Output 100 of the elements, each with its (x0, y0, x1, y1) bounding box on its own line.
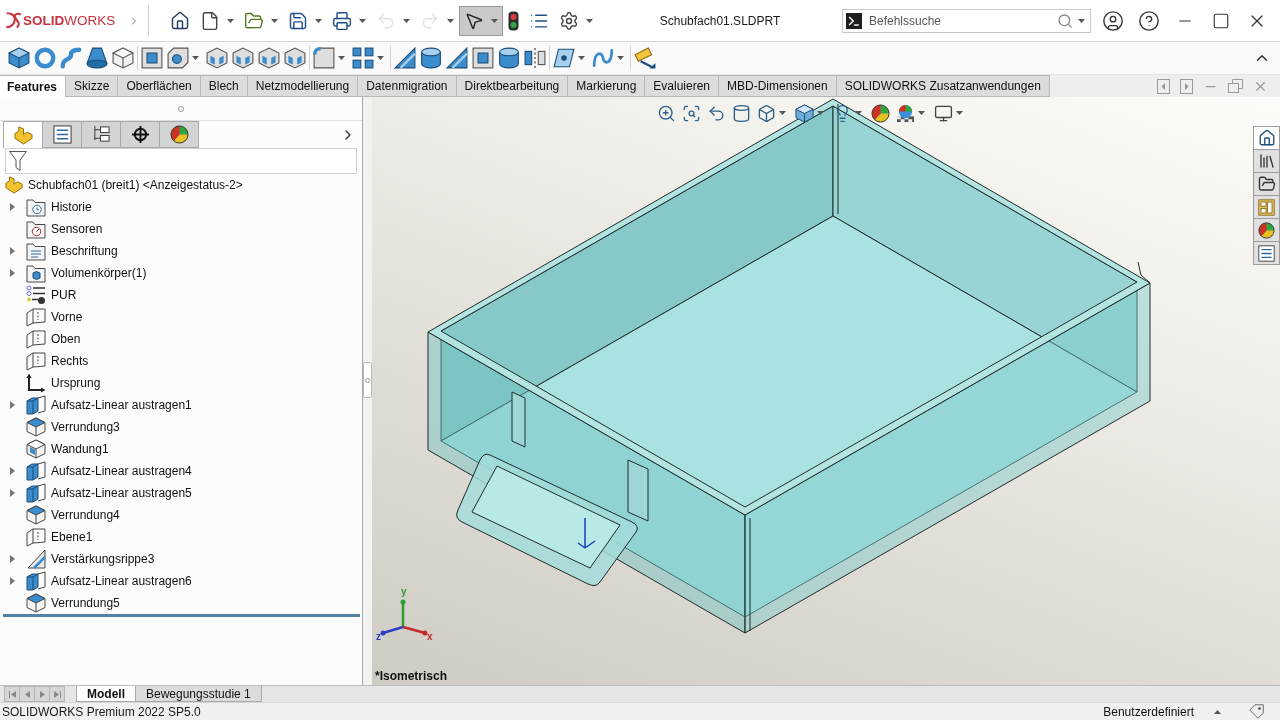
ribbon-tab[interactable]: Netzmodellierung (246, 75, 359, 97)
caret-down-icon[interactable] (377, 56, 384, 60)
notched-cube-icon (232, 47, 254, 69)
caret-down-icon[interactable] (956, 111, 963, 115)
tree-item-label[interactable]: Verrundung5 (51, 596, 120, 610)
folder-cube-icon (26, 263, 46, 283)
tree-item-label[interactable]: Aufsatz-Linear austragen6 (51, 574, 192, 588)
units-button[interactable]: Benutzerdefiniert (1103, 704, 1221, 719)
ribbon-tab[interactable]: Skizze (65, 75, 119, 97)
folder-clock-icon (26, 197, 46, 217)
tree-item-label[interactable]: Aufsatz-Linear austragen5 (51, 486, 192, 500)
caret-down-icon[interactable] (855, 111, 862, 115)
caret-down-icon[interactable] (578, 56, 585, 60)
model-tab[interactable]: Bewegungsstudie 1 (135, 686, 262, 702)
logo-mark-icon (5, 12, 22, 29)
expand-arrow-icon[interactable] (9, 203, 15, 211)
ribbon-tab[interactable]: Oberflächen (117, 75, 201, 97)
tree-item-label[interactable]: Ebene1 (51, 530, 93, 544)
tree-item-label[interactable]: Vorne (51, 310, 83, 324)
panel-tab[interactable] (120, 121, 160, 148)
cube-icon (26, 417, 46, 437)
ribbon-tab[interactable]: Datenmigration (357, 75, 457, 97)
expand-arrow-icon[interactable] (9, 489, 15, 497)
rounded-cube-icon (313, 47, 335, 69)
ribbon-tab[interactable]: Features (0, 75, 67, 97)
tree-item-label[interactable]: Oben (51, 332, 81, 346)
maximize-icon[interactable] (1212, 11, 1230, 30)
wedge-icon (394, 47, 416, 69)
tree-item-label[interactable]: Beschriftung (51, 244, 118, 258)
zoom-area-icon (682, 103, 701, 123)
axis-label: z (376, 632, 381, 642)
search-field[interactable]: Befehlssuche (842, 8, 1091, 33)
splitter-handle[interactable] (363, 362, 372, 398)
tree-item-label[interactable]: Volumenkörper(1) (51, 266, 147, 280)
tree-item-label[interactable]: Ursprung (51, 376, 101, 390)
file-icon (200, 10, 220, 31)
tree-item-label[interactable]: Historie (51, 200, 92, 214)
ribbon-tab[interactable]: Blech (199, 75, 248, 97)
shaded-cube-icon (795, 103, 814, 123)
panel-tab[interactable] (42, 121, 82, 148)
color-ball-icon (1258, 221, 1275, 239)
filter-icon (9, 151, 27, 171)
hollow-cube-icon (26, 439, 46, 459)
expand-arrow-icon[interactable] (9, 269, 15, 277)
axis-label: y (401, 587, 407, 597)
ribbon-tab[interactable]: SOLIDWORKS Zusatzanwendungen (835, 75, 1050, 97)
tree-item-label[interactable]: Aufsatz-Linear austragen1 (51, 398, 192, 412)
panel-tab[interactable] (81, 121, 121, 148)
tree-item-label[interactable]: PUR (51, 288, 77, 302)
tree-item-label[interactable]: Verrundung4 (51, 508, 120, 522)
caret-down-icon[interactable] (315, 18, 322, 23)
expand-arrow-icon[interactable] (9, 247, 15, 255)
tree-item-label[interactable]: Wandung1 (51, 442, 109, 456)
caret-down-icon[interactable] (617, 56, 624, 60)
caret-down-icon[interactable] (271, 18, 278, 23)
caret-down-icon[interactable] (586, 18, 593, 23)
square-grid-icon (352, 47, 374, 69)
list-icon (52, 125, 72, 144)
caret-down-icon[interactable] (779, 111, 786, 115)
caret-down-icon[interactable] (338, 56, 345, 60)
caret-down-icon[interactable] (227, 18, 234, 23)
panel-tab[interactable] (159, 121, 199, 148)
expand-arrow-icon[interactable] (9, 401, 15, 409)
plane-point-icon (553, 47, 575, 69)
ribbon-tab[interactable]: Evaluieren (644, 75, 719, 97)
cube-plane-icon (26, 461, 46, 481)
task-pane-tab[interactable] (1253, 172, 1280, 196)
folder-open-icon (244, 10, 264, 31)
caret-down-icon[interactable] (918, 111, 925, 115)
expand-arrow-icon[interactable] (9, 467, 15, 475)
ribbon-tab[interactable]: Direktbearbeitung (455, 75, 569, 97)
ribbon-tab[interactable]: Markierung (567, 75, 646, 97)
expand-arrow-icon[interactable] (9, 577, 15, 585)
task-pane-tab[interactable] (1253, 218, 1280, 242)
caret-down-icon[interactable] (491, 18, 498, 23)
expand-arrow-icon[interactable] (9, 555, 15, 563)
toolbar-button[interactable] (459, 5, 503, 36)
tree-item-label[interactable]: Schubfach01 (breit1) <Anzeigestatus-2> (28, 178, 243, 192)
task-pane-tab[interactable] (1253, 241, 1280, 265)
tree-item-label[interactable]: Sensoren (51, 222, 103, 236)
tree-item-label[interactable]: Aufsatz-Linear austragen4 (51, 464, 192, 478)
caret-down-icon[interactable] (817, 111, 824, 115)
color-ball-icon (871, 103, 890, 123)
filter-field[interactable] (5, 148, 357, 174)
tree-icon (91, 125, 111, 144)
search-icon[interactable] (1057, 12, 1073, 29)
caret-down-icon[interactable] (1078, 18, 1085, 23)
ribbon-tab[interactable]: MBD-Dimensionen (718, 75, 837, 97)
tree-item-label[interactable]: Verrundung3 (51, 420, 120, 434)
tree-item-label[interactable]: Verstärkungsrippe3 (51, 552, 155, 566)
tag-icon[interactable] (1249, 704, 1264, 719)
model-tab[interactable]: Modell (76, 686, 136, 702)
tree-item-label[interactable]: Rechts (51, 354, 89, 368)
help-icon[interactable] (1138, 9, 1160, 32)
caret-down-icon[interactable] (192, 56, 199, 60)
caret-down-icon[interactable] (359, 18, 366, 23)
task-pane-tab[interactable] (1253, 126, 1280, 150)
user-icon[interactable] (1102, 9, 1124, 32)
caret-up-icon[interactable] (1214, 709, 1221, 714)
drag-handle-icon[interactable] (178, 105, 184, 112)
